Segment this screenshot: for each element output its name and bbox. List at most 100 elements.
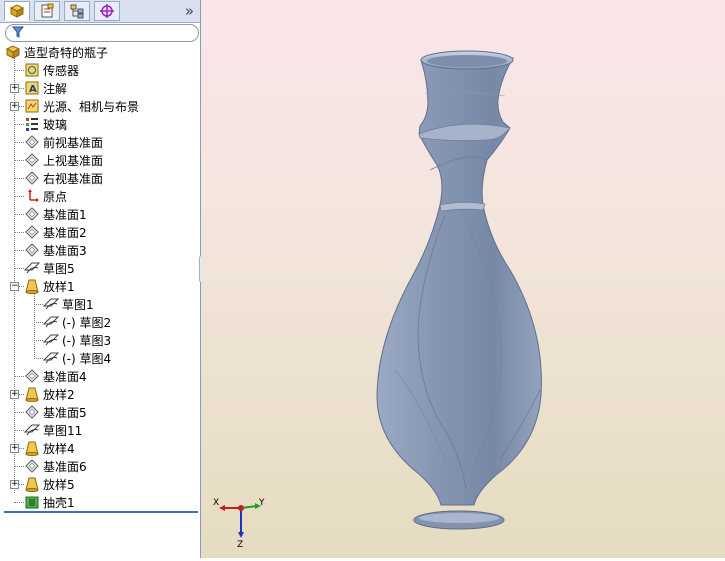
graphics-viewport[interactable]: X Y Z <box>201 0 725 558</box>
tree-connector <box>14 502 24 503</box>
tree-item[interactable]: 上视基准面 <box>24 151 103 169</box>
tree-item[interactable]: (-) 草图2 <box>43 313 111 331</box>
filter-icon <box>12 26 24 38</box>
tree-connector <box>14 376 24 377</box>
configuration-icon <box>70 4 84 19</box>
tree-item[interactable]: 草图11 <box>24 421 82 439</box>
tree-item[interactable]: 放样1 <box>24 277 75 295</box>
tree-item-label: 造型奇特的瓶子 <box>24 45 109 60</box>
tree-item[interactable]: (-) 草图3 <box>43 331 111 349</box>
y-axis-label: Y <box>258 498 265 508</box>
tree-item-label: 基准面6 <box>43 459 87 474</box>
tree-item-label: 玻璃 <box>43 117 68 132</box>
tree-item[interactable]: 放样4 <box>24 439 75 457</box>
tree-item[interactable]: 基准面5 <box>24 403 87 421</box>
tree-item-label: 放样1 <box>43 279 75 294</box>
tab-feature-manager[interactable] <box>4 1 30 21</box>
tree-item[interactable]: 放样2 <box>24 385 75 403</box>
z-axis-label: Z <box>237 540 243 549</box>
tree-item[interactable]: 前视基准面 <box>24 133 103 151</box>
tree-item[interactable]: (-) 草图4 <box>43 349 111 367</box>
plane-icon <box>24 134 40 150</box>
tree-item[interactable]: 抽壳1 <box>24 493 75 511</box>
origin-icon <box>24 188 40 204</box>
tree-item[interactable]: A 注解 <box>24 79 67 97</box>
tree-connector <box>14 412 24 413</box>
shell-icon <box>24 494 40 510</box>
plane-icon <box>24 458 40 474</box>
root-icon <box>5 44 21 60</box>
tree-connector <box>14 430 24 431</box>
plane-icon <box>24 242 40 258</box>
tree-item[interactable]: 光源、相机与布景 <box>24 97 139 115</box>
tree-root-part[interactable]: 造型奇特的瓶子 <box>5 43 108 61</box>
bottle-model[interactable] <box>376 50 542 530</box>
plane-icon <box>24 206 40 222</box>
tree-item-label: 上视基准面 <box>43 153 104 168</box>
tree-item-label: 放样2 <box>43 387 75 402</box>
tab-configuration-manager[interactable] <box>64 1 90 21</box>
tree-connector <box>14 124 24 125</box>
tree-item[interactable]: 草图5 <box>24 259 75 277</box>
sensor-icon <box>24 62 40 78</box>
sketch-icon <box>24 260 40 276</box>
tree-item[interactable]: 基准面4 <box>24 367 87 385</box>
tree-item[interactable]: 基准面2 <box>24 223 87 241</box>
expand-toggle-icon[interactable]: + <box>10 84 19 93</box>
sketch-icon <box>43 296 59 312</box>
tree-connector <box>14 160 24 161</box>
plane-icon <box>24 152 40 168</box>
expand-toggle-icon[interactable]: + <box>10 444 19 453</box>
sketch-icon <box>43 350 59 366</box>
tree-item-label: 放样5 <box>43 477 75 492</box>
tree-item[interactable]: 基准面3 <box>24 241 87 259</box>
tree-connector <box>14 214 24 215</box>
tree-item[interactable]: 玻璃 <box>24 115 67 133</box>
tree-item[interactable]: 原点 <box>24 187 67 205</box>
collapse-toggle-icon[interactable]: − <box>10 282 19 291</box>
tree-item-label: 前视基准面 <box>43 135 104 150</box>
annotation-icon: A <box>24 80 40 96</box>
tree-connector <box>14 142 24 143</box>
plane-icon <box>24 368 40 384</box>
expand-toggle-icon[interactable]: + <box>10 390 19 399</box>
tree-item[interactable]: 基准面6 <box>24 457 87 475</box>
sketch-icon <box>43 314 59 330</box>
loft-icon <box>24 278 40 294</box>
tree-item[interactable]: 放样5 <box>24 475 75 493</box>
tree-item[interactable]: 草图1 <box>43 295 94 313</box>
material-icon <box>24 116 40 132</box>
tree-item[interactable]: 传感器 <box>24 61 79 79</box>
axis-triad: X Y Z <box>213 498 265 549</box>
tree-item[interactable]: 右视基准面 <box>24 169 103 187</box>
expand-toggle-icon[interactable]: + <box>10 102 19 111</box>
plane-icon <box>24 404 40 420</box>
tree-connector <box>14 268 24 269</box>
tree-connector <box>14 466 24 467</box>
plane-icon <box>24 224 40 240</box>
tab-dimxpert-manager[interactable] <box>94 1 120 21</box>
tree-item-label: 基准面5 <box>43 405 87 420</box>
tree-connector <box>34 358 43 359</box>
loft-icon <box>24 440 40 456</box>
tree-connector <box>34 322 43 323</box>
bottle-model-view[interactable] <box>201 0 725 558</box>
tree-item-label: 基准面2 <box>43 225 87 240</box>
tree-item-label: 右视基准面 <box>43 171 104 186</box>
manager-tabbar: » <box>0 0 200 23</box>
sketch-icon <box>24 422 40 438</box>
tree-item-label: 注解 <box>43 81 68 96</box>
x-axis-label: X <box>213 498 219 508</box>
tab-property-manager[interactable] <box>34 1 60 21</box>
tree-branch-line <box>34 293 35 359</box>
feature-tree-icon <box>9 4 25 18</box>
expand-toggle-icon[interactable]: + <box>10 480 19 489</box>
tree-filter-input[interactable] <box>5 24 199 42</box>
tree-item[interactable]: 基准面1 <box>24 205 87 223</box>
tree-item-label: 草图1 <box>62 297 94 312</box>
tree-connector <box>14 70 24 71</box>
more-chevron-icon[interactable]: » <box>185 1 194 21</box>
crosshair-icon <box>100 4 114 18</box>
tree-connector <box>34 340 43 341</box>
tree-item-label: 草图5 <box>43 261 75 276</box>
